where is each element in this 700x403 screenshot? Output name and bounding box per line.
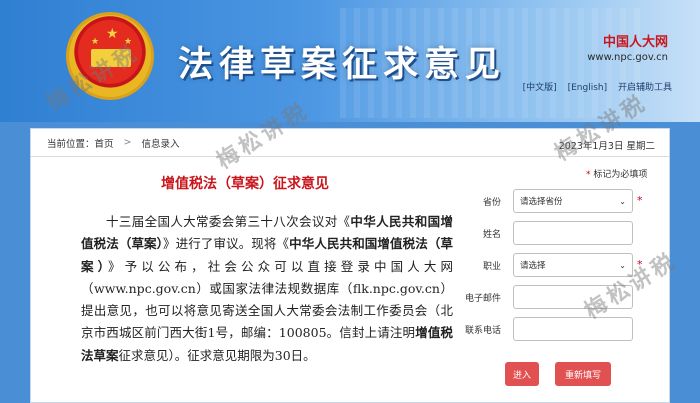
gate-icon [91,49,131,67]
phone-label: 联系电话 [464,326,501,336]
required-note-text: 标记为必填项 [593,170,648,180]
reset-button[interactable]: 重新填写 [555,362,611,386]
breadcrumb-home-link[interactable]: 首页 [95,136,114,150]
brand-logo[interactable]: 中国人大网 [603,31,668,50]
accessibility-tools-link[interactable]: 开启辅助工具 [618,83,672,93]
document-body: 十三届全国人大常委会第三十八次会议对《中华人民共和国增值税法（草案）》进行了审议… [81,211,453,367]
chevron-down-icon: ⌄ [619,196,626,206]
chevron-down-icon: ⌄ [619,260,626,270]
required-mark: * [637,258,643,271]
body-text: 十三届全国人大常委会第三十八次会议对《 [106,214,351,229]
breadcrumb: 当前位置： 首页 > 信息录入 2023年1月3日 星期二 [31,129,669,157]
language-links: [中文版] [English] 开启辅助工具 [515,80,672,93]
name-label: 姓名 [482,230,501,240]
required-note: * 标记为必填项 [586,167,647,180]
required-mark: * [586,170,591,180]
submit-button[interactable]: 进入 [505,362,539,386]
job-label: 职业 [482,262,501,272]
chinese-version-link[interactable]: [中文版] [523,83,557,93]
breadcrumb-current: 信息录入 [141,138,180,150]
site-url: www.npc.gov.cn [587,52,668,63]
phone-input[interactable] [513,317,633,341]
required-mark: * [637,194,643,207]
star-icon: ★ [106,26,119,42]
body-text: 》予以公布，社会公众可以直接登录中国人大网（www.npc.gov.cn）或国家… [81,258,453,341]
site-banner: ★ ★ ★ 法律草案征求意见 中国人大网 www.npc.gov.cn [中文版… [0,0,700,122]
national-emblem-icon: ★ ★ ★ [66,12,154,100]
content-panel: 当前位置： 首页 > 信息录入 2023年1月3日 星期二 增值税法（草案）征求… [30,128,670,403]
province-select-value: 请选择省份 [520,197,563,207]
name-input[interactable] [513,221,633,245]
province-select[interactable]: 请选择省份 ⌄ [513,189,633,213]
star-icon: ★ [91,37,100,47]
province-label: 省份 [482,198,501,208]
star-icon: ★ [124,37,133,47]
body-text: 》进行了审议。现将《 [163,236,290,252]
breadcrumb-separator: > [123,137,132,148]
body-text: 征求意见）。征求意见期限为30日。 [118,347,316,363]
job-select[interactable]: 请选择 ⌄ [513,253,633,277]
current-date: 2023年1月3日 星期二 [558,141,655,152]
email-label: 电子邮件 [464,294,501,304]
page-title: 法律草案征求意见 [178,44,507,85]
document-title: 增值税法（草案）征求意见 [161,176,329,192]
breadcrumb-prefix: 当前位置： [47,138,95,150]
email-input[interactable] [513,285,633,309]
job-select-value: 请选择 [520,261,546,271]
english-version-link[interactable]: [English] [568,83,608,93]
